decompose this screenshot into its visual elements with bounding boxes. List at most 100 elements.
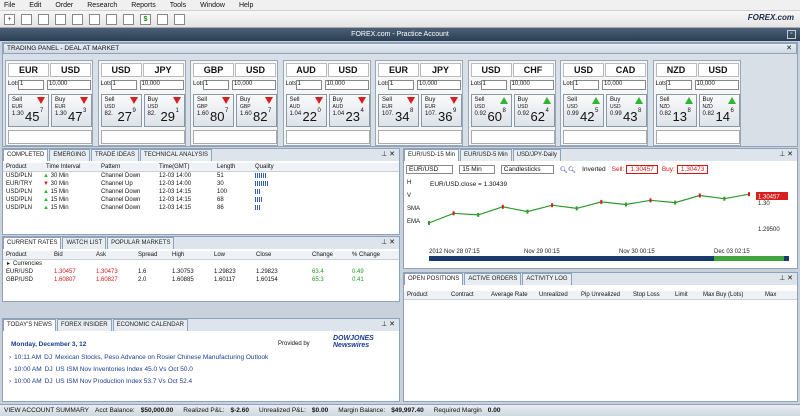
lots-select[interactable]: 1 [665,80,692,90]
lots-select[interactable]: 1 [388,80,414,90]
tab-open-positions[interactable]: OPEN POSITIONS [404,273,464,285]
menu-research[interactable]: Research [87,2,117,9]
expand-icon[interactable]: › [9,354,11,361]
sell-button[interactable]: Sell EUR 107. 34 8 [378,94,419,127]
pin-icon[interactable]: ⊥ ✕ [779,274,793,282]
sell-button[interactable]: Sell USD 0.99 42 5 [563,94,604,127]
calendar-icon[interactable] [72,13,83,25]
tab-activity-log[interactable]: ACTIVITY LOG [522,273,572,285]
lots-select[interactable]: 1 [573,80,599,90]
interval-select[interactable]: 15 Min [459,165,495,174]
group-row[interactable]: ▸ Currencies [3,260,399,268]
tab-active-orders[interactable]: ACTIVE ORDERS [464,273,522,285]
buy-button[interactable]: Buy EUR 107. 36 9 [421,94,462,127]
side-tool[interactable]: SMA [407,203,420,216]
symbol-select[interactable]: EUR/USD [406,165,454,174]
table-row[interactable]: EUR/USD 1.30457 1.30473 1.6 1.30753 1.29823 1.… [3,268,399,276]
news-item[interactable]: › 10:11 AM DJ Mexican Stocks, Peso Advance … [9,354,268,361]
lots-select[interactable]: 1 [110,80,137,90]
collapse-icon[interactable]: ▸ [3,260,13,268]
grid-icon[interactable] [55,13,66,25]
menu-reports[interactable]: Reports [131,2,156,9]
tab-technical-analysis[interactable]: TECHNICAL ANALYSIS [140,149,213,161]
amount-field[interactable]: 10,000 [139,80,184,90]
pin-icon[interactable]: ⊥ ✕ [779,150,793,158]
expand-icon[interactable]: › [9,366,11,373]
menu-file[interactable]: File [4,2,15,9]
view-account-summary-button[interactable]: VIEW ACCOUNT SUMMARY [4,405,89,416]
side-tool[interactable]: V [407,190,419,203]
zoom-icon[interactable]: 🔍︎🔍︎ [560,166,577,174]
buy-button[interactable]: Buy USD 82. 29 1 [143,94,185,127]
lots-select[interactable]: 1 [295,80,322,90]
pin-icon[interactable]: ⊥ ✕ [381,320,395,328]
menu-order[interactable]: Order [55,2,73,9]
tab-watch-list[interactable]: WATCH LIST [62,237,107,249]
sell-button[interactable]: Sell USD 82. 27 9 [100,94,142,127]
amount-field[interactable]: 10,000 [417,80,461,90]
tab-trade-ideas[interactable]: TRADE IDEAS [91,149,140,161]
table-row[interactable]: USD/PLN ▲ 15 Min Channel Down 12-03 14:15 10… [3,188,399,196]
menu-window[interactable]: Window [200,2,225,9]
restore-window-icon[interactable]: ▫ [787,30,796,39]
tab-usd-jpy-daily[interactable]: USD/JPY-Daily [512,149,561,161]
table-row[interactable]: EUR/TRY ▼ 30 Min Channel Up 12-03 14:00 30 [3,180,399,188]
tab-current-rates[interactable]: CURRENT RATES [3,237,62,249]
news-item[interactable]: › 10:00 AM DJ US ISM Nov Inventories Index … [9,366,193,373]
amount-field[interactable]: 10,000 [694,80,739,90]
save-icon[interactable] [106,13,117,25]
sell-button[interactable]: Sell GBP 1.60 80 7 [193,94,234,127]
buy-button[interactable]: Buy AUD 1.04 23 4 [328,94,370,127]
side-tool[interactable]: H [407,177,419,190]
inverted-toggle[interactable]: Inverted [582,166,606,173]
menu-edit[interactable]: Edit [29,2,41,9]
expand-icon[interactable]: › [9,378,11,385]
menu-help[interactable]: Help [239,2,253,9]
amount-field[interactable]: 10,000 [602,80,646,90]
lots-select[interactable]: 1 [18,80,44,90]
plus-icon[interactable]: + [4,13,15,25]
buy-button[interactable]: Buy USD 0.92 62 4 [513,94,555,127]
pin-icon[interactable]: ✕ [786,44,792,53]
amount-field[interactable]: 10,000 [509,80,554,90]
side-tool[interactable]: EMA [407,216,420,229]
chart-scroll-thumb[interactable] [714,256,784,261]
tab-completed[interactable]: COMPLETED [3,149,49,161]
menu-tools[interactable]: Tools [170,2,186,9]
tab-emerging[interactable]: EMERGING [49,149,91,161]
chat-icon[interactable] [157,13,168,25]
news-item[interactable]: › 10:00 AM DJ US ISM Nov Production Index 5… [9,378,192,385]
chart-style-select[interactable]: Candlesticks [500,165,554,174]
tab-economic-calendar[interactable]: ECONOMIC CALENDAR [112,319,188,331]
pin-icon[interactable]: ⊥ ✕ [381,238,395,246]
table-row[interactable]: USD/PLN ▲ 30 Min Channel Down 12-03 14:00 51 [3,172,399,180]
sell-button[interactable]: Sell EUR 1.30 45 7 [8,94,49,127]
sell-button[interactable]: Sell NZD 0.82 13 8 [655,94,697,127]
buy-price[interactable]: 1.30473 [676,165,709,174]
sell-button[interactable]: Sell USD 0.92 60 8 [470,94,512,127]
table-row[interactable]: USD/PLN ▲ 15 Min Channel Down 12-03 14:15 68 [3,196,399,204]
amount-field[interactable]: 10,000 [47,80,91,90]
sell-button[interactable]: Sell AUD 1.04 22 0 [285,94,327,127]
buy-button[interactable]: Buy USD 0.99 43 8 [606,94,647,127]
tab-popular-markets[interactable]: POPULAR MARKETS [107,237,175,249]
lots-select[interactable]: 1 [480,80,507,90]
table-row[interactable]: GBP/USD 1.60807 1.60827 2.0 1.60885 1.60117 1.… [3,276,399,284]
table-row[interactable]: USD/PLN ▲ 15 Min Channel Down 12-03 14:15 86 [3,204,399,212]
report-icon[interactable] [38,13,49,25]
buy-button[interactable]: Buy GBP 1.60 82 7 [236,94,277,127]
table-icon[interactable] [89,13,100,25]
lots-select[interactable]: 1 [203,80,229,90]
new-document-icon[interactable] [21,13,32,25]
tab-today-s-news[interactable]: TODAY'S NEWS [3,319,56,331]
tab-eur-usd-15-min[interactable]: EUR/USD-15 Min [404,149,460,161]
price-chart[interactable]: 2012 Nov 28 07:15 Nov 29 00:15 Nov 30 00:1… [424,189,794,264]
message-icon[interactable] [174,13,185,25]
tab-forex-insider[interactable]: FOREX INSIDER [56,319,112,331]
lock-icon[interactable] [123,13,134,25]
amount-field[interactable]: 10,000 [232,80,276,90]
dollar-icon[interactable]: $ [140,13,151,25]
sell-price[interactable]: 1.30457 [626,165,658,174]
buy-button[interactable]: Buy EUR 1.30 47 3 [51,94,92,127]
amount-field[interactable]: 10,000 [324,80,369,90]
